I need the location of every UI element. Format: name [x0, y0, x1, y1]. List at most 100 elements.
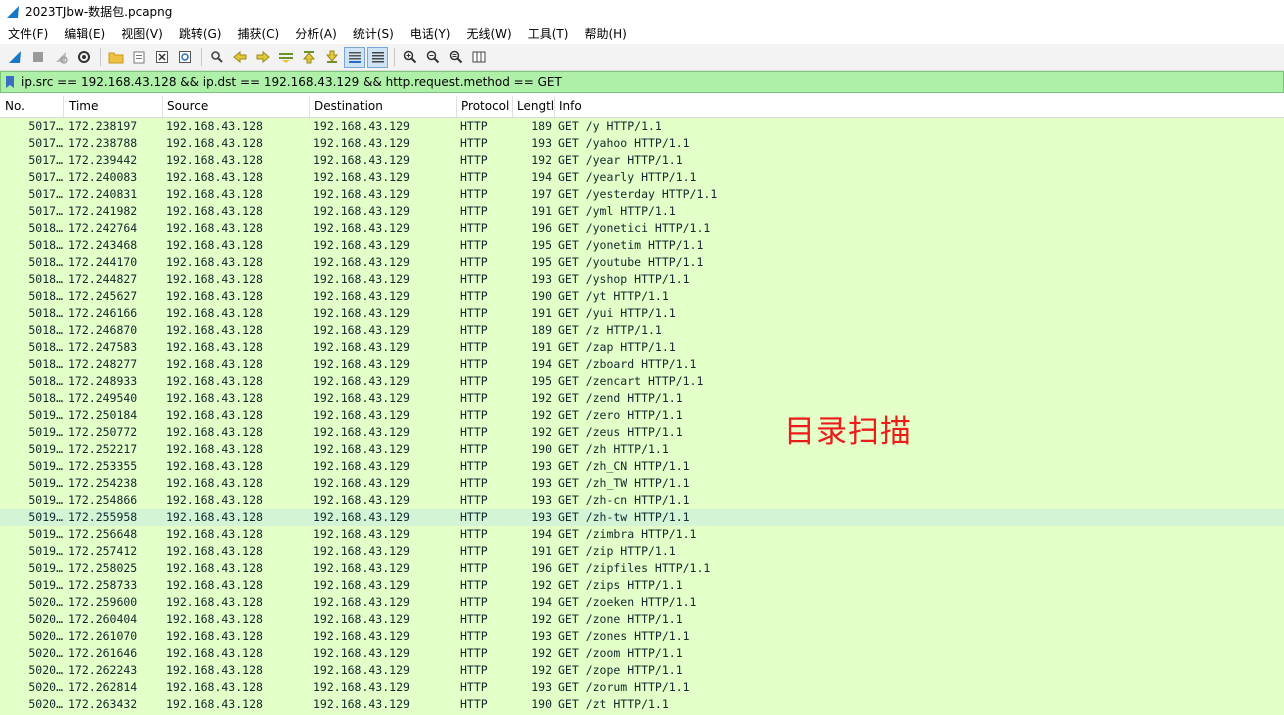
packet-row[interactable]: 5019… 172.257412 192.168.43.128 192.168.43.… — [0, 543, 1284, 560]
packet-protocol: HTTP — [460, 425, 488, 439]
bookmark-icon[interactable] — [5, 75, 15, 89]
autoscroll-toggle[interactable] — [344, 46, 365, 68]
menu-telephony[interactable]: 电话(Y) — [402, 25, 459, 42]
packet-row[interactable]: 5018… 172.246870 192.168.43.128 192.168.43.… — [0, 322, 1284, 339]
open-file-button[interactable] — [105, 47, 126, 68]
packet-row[interactable]: 5018… 172.248933 192.168.43.128 192.168.43.… — [0, 373, 1284, 390]
packet-row[interactable]: 5020… 172.259600 192.168.43.128 192.168.43.… — [0, 594, 1284, 611]
packet-row[interactable]: 5017… 172.239442 192.168.43.128 192.168.43.… — [0, 152, 1284, 169]
column-header-source[interactable]: Source — [162, 96, 310, 117]
packet-row-selected[interactable]: 5019… 172.255958 192.168.43.128 192.168.43.… — [0, 509, 1284, 526]
packet-row[interactable]: 5018… 172.248277 192.168.43.128 192.168.43.… — [0, 356, 1284, 373]
packet-time: 172.242764 — [68, 221, 138, 235]
menu-go[interactable]: 跳转(G) — [171, 25, 230, 42]
packet-info: GET /yonetici HTTP/1.1 — [558, 221, 711, 235]
display-filter-input[interactable] — [21, 73, 1283, 91]
packet-destination: 192.168.43.129 — [313, 170, 410, 184]
packet-number: 5017… — [28, 153, 63, 167]
packet-row[interactable]: 5020… 172.263432 192.168.43.128 192.168.43.… — [0, 696, 1284, 713]
find-packet-button[interactable] — [206, 47, 227, 68]
packet-source: 192.168.43.128 — [166, 510, 263, 524]
go-back-button[interactable] — [229, 47, 250, 68]
packet-row[interactable]: 5017… 172.238788 192.168.43.128 192.168.43.… — [0, 135, 1284, 152]
capture-options-button[interactable] — [73, 47, 94, 68]
packet-row[interactable]: 5017… 172.238197 192.168.43.128 192.168.43.… — [0, 118, 1284, 135]
packet-row[interactable]: 5019… 172.253355 192.168.43.128 192.168.43.… — [0, 458, 1284, 475]
column-header-protocol[interactable]: Protocol — [456, 96, 513, 117]
packet-row[interactable]: 5018… 172.244170 192.168.43.128 192.168.43.… — [0, 254, 1284, 271]
menu-tools[interactable]: 工具(T) — [520, 25, 577, 42]
packet-row[interactable]: 5019… 172.254238 192.168.43.128 192.168.43.… — [0, 475, 1284, 492]
go-forward-button[interactable] — [252, 47, 273, 68]
packet-row[interactable]: 5018… 172.246166 192.168.43.128 192.168.43.… — [0, 305, 1284, 322]
packet-info: GET /zeus HTTP/1.1 — [558, 425, 683, 439]
colorize-toggle[interactable] — [367, 46, 388, 68]
packet-row[interactable]: 5019… 172.250184 192.168.43.128 192.168.43.… — [0, 407, 1284, 424]
menu-help[interactable]: 帮助(H) — [576, 25, 634, 42]
packet-row[interactable]: 5018… 172.243468 192.168.43.128 192.168.43.… — [0, 237, 1284, 254]
column-header-time[interactable]: Time — [64, 96, 163, 117]
packet-info: GET /zt HTTP/1.1 — [558, 697, 669, 711]
normal-size-button[interactable] — [445, 47, 466, 68]
packet-destination: 192.168.43.129 — [313, 238, 410, 252]
packet-row[interactable]: 5017… 172.240083 192.168.43.128 192.168.43.… — [0, 169, 1284, 186]
packet-row[interactable]: 5019… 172.258733 192.168.43.128 192.168.43.… — [0, 577, 1284, 594]
zoom-in-button[interactable] — [399, 47, 420, 68]
packet-number: 5019… — [28, 527, 63, 541]
packet-length: 192 — [531, 425, 552, 439]
menu-capture[interactable]: 捕获(C) — [229, 25, 287, 42]
restart-capture-button[interactable] — [50, 47, 71, 68]
menu-analyze[interactable]: 分析(A) — [287, 25, 345, 42]
packet-row[interactable]: 5019… 172.252217 192.168.43.128 192.168.43.… — [0, 441, 1284, 458]
packet-row[interactable]: 5018… 172.244827 192.168.43.128 192.168.43.… — [0, 271, 1284, 288]
column-header-destination[interactable]: Destination — [309, 96, 457, 117]
column-header-length[interactable]: Lengtl — [512, 96, 555, 117]
column-header-info[interactable]: Info — [554, 96, 1284, 117]
packet-row[interactable]: 5020… 172.262814 192.168.43.128 192.168.43.… — [0, 679, 1284, 696]
start-capture-button[interactable] — [4, 47, 25, 68]
packet-protocol: HTTP — [460, 255, 488, 269]
packet-row[interactable]: 5020… 172.260404 192.168.43.128 192.168.43.… — [0, 611, 1284, 628]
toolbar-separator — [201, 48, 202, 66]
packet-row[interactable]: 5017… 172.240831 192.168.43.128 192.168.43.… — [0, 186, 1284, 203]
reload-file-button[interactable] — [174, 47, 195, 68]
packet-protocol: HTTP — [460, 527, 488, 541]
packet-length: 192 — [531, 408, 552, 422]
packet-protocol: HTTP — [460, 136, 488, 150]
autoscroll-icon — [348, 52, 361, 63]
stop-capture-button[interactable] — [27, 47, 48, 68]
packet-source: 192.168.43.128 — [166, 272, 263, 286]
packet-row[interactable]: 5018… 172.249540 192.168.43.128 192.168.43.… — [0, 390, 1284, 407]
packet-destination: 192.168.43.129 — [313, 289, 410, 303]
packet-row[interactable]: 5018… 172.245627 192.168.43.128 192.168.43.… — [0, 288, 1284, 305]
packet-protocol: HTTP — [460, 629, 488, 643]
menu-statistics[interactable]: 统计(S) — [345, 25, 402, 42]
packet-row[interactable]: 5020… 172.261070 192.168.43.128 192.168.43.… — [0, 628, 1284, 645]
menu-file[interactable]: 文件(F) — [0, 25, 56, 42]
packet-row[interactable]: 5020… 172.262243 192.168.43.128 192.168.43.… — [0, 662, 1284, 679]
column-header-no[interactable]: No. — [0, 96, 64, 117]
packet-row[interactable]: 5019… 172.256648 192.168.43.128 192.168.43.… — [0, 526, 1284, 543]
menu-view[interactable]: 视图(V) — [113, 25, 171, 42]
menu-edit[interactable]: 编辑(E) — [56, 25, 113, 42]
packet-row[interactable]: 5018… 172.247583 192.168.43.128 192.168.43.… — [0, 339, 1284, 356]
packet-row[interactable]: 5019… 172.258025 192.168.43.128 192.168.43.… — [0, 560, 1284, 577]
packet-row[interactable]: 5018… 172.242764 192.168.43.128 192.168.43.… — [0, 220, 1284, 237]
go-to-packet-button[interactable] — [275, 47, 296, 68]
zoom-out-button[interactable] — [422, 47, 443, 68]
resize-columns-button[interactable] — [468, 47, 489, 68]
packet-row[interactable]: 5017… 172.241982 192.168.43.128 192.168.43.… — [0, 203, 1284, 220]
menu-wireless[interactable]: 无线(W) — [459, 25, 520, 42]
last-packet-button[interactable] — [321, 47, 342, 68]
packet-length: 193 — [531, 680, 552, 694]
packet-time: 172.253355 — [68, 459, 138, 473]
first-packet-button[interactable] — [298, 47, 319, 68]
packet-row[interactable]: 5019… 172.250772 192.168.43.128 192.168.43.… — [0, 424, 1284, 441]
packet-info: GET /yui HTTP/1.1 — [558, 306, 676, 320]
packet-row[interactable]: 5020… 172.261646 192.168.43.128 192.168.43.… — [0, 645, 1284, 662]
packet-number: 5019… — [28, 510, 63, 524]
packet-protocol: HTTP — [460, 510, 488, 524]
close-file-button[interactable] — [151, 47, 172, 68]
packet-row[interactable]: 5019… 172.254866 192.168.43.128 192.168.43.… — [0, 492, 1284, 509]
file-set-button[interactable] — [128, 47, 149, 68]
